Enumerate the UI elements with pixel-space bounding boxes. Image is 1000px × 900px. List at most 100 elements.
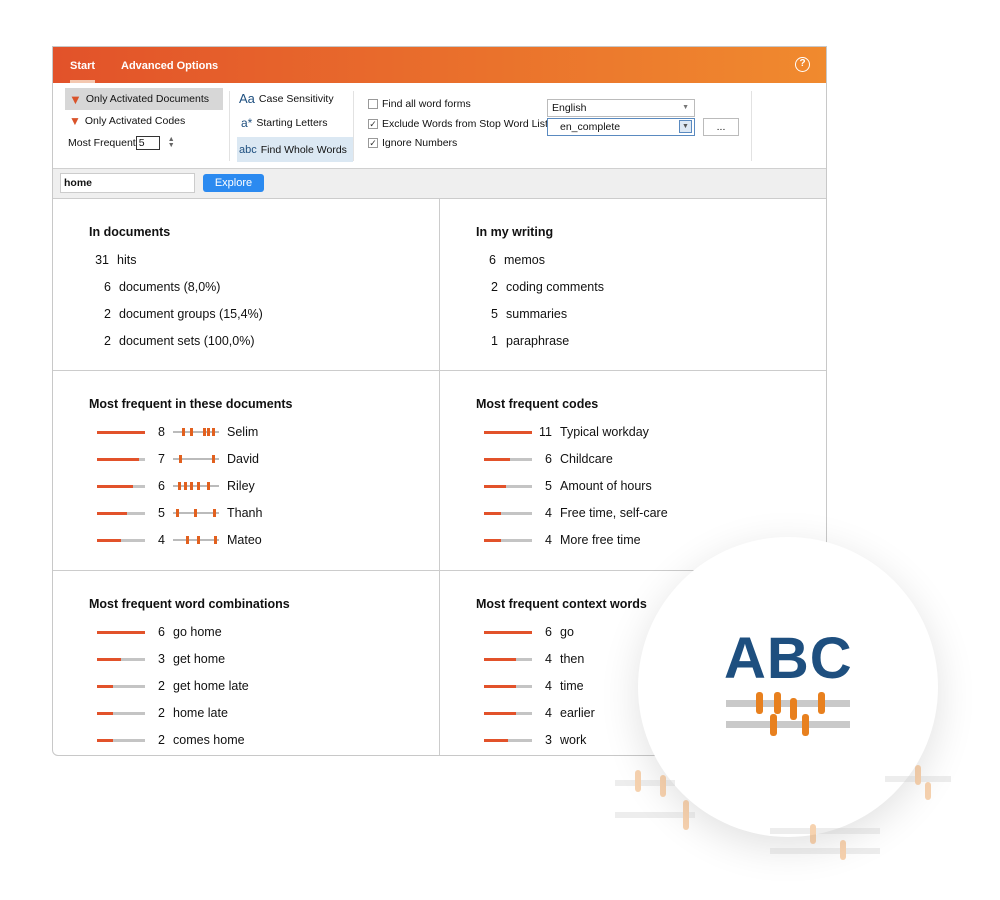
hit-marker [176, 509, 179, 517]
list-item[interactable]: 7 David [89, 451, 259, 467]
explore-button[interactable]: Explore [203, 174, 264, 192]
item-label: documents (8,0%) [119, 280, 221, 294]
list-item[interactable]: 5 summaries [476, 306, 567, 322]
list-item[interactable]: 8 Selim [89, 424, 258, 440]
count: 6 [104, 280, 111, 294]
decorative-distribution-icon [615, 765, 951, 860]
panel-title: Most frequent in these documents [89, 397, 293, 411]
most-frequent-control: Most Frequent 5 ▲ ▼ [68, 136, 175, 150]
list-item[interactable]: 3 get home [89, 651, 225, 667]
list-item[interactable]: 6 documents (8,0%) [89, 279, 220, 295]
count: 6 [489, 253, 496, 267]
list-item[interactable]: 6 Childcare [476, 451, 613, 467]
case-sensitivity-button[interactable]: Aa Case Sensitivity [239, 91, 334, 106]
list-item[interactable]: 4 Free time, self-care [476, 505, 668, 521]
list-item[interactable]: 6 go [476, 624, 574, 640]
list-item[interactable]: 2 comes home [89, 732, 245, 748]
count: 1 [491, 334, 498, 348]
list-item[interactable]: 4 then [476, 651, 584, 667]
frequency-bar [484, 430, 532, 434]
count: 6 [545, 452, 552, 466]
hit-marker [182, 428, 185, 436]
language-select[interactable]: English ▼ [547, 99, 695, 117]
item-label: Amount of hours [560, 479, 652, 493]
frequency-bar [97, 738, 145, 742]
list-item[interactable]: 4 earlier [476, 705, 595, 721]
frequency-bar [97, 457, 145, 461]
list-item[interactable]: 6 memos [476, 252, 545, 268]
count: 6 [545, 625, 552, 639]
item-label: David [227, 452, 259, 466]
hit-marker [203, 428, 206, 436]
item-label: go [560, 625, 574, 639]
count: 11 [539, 425, 552, 439]
hit-marker [197, 482, 200, 490]
hit-marker [207, 428, 210, 436]
search-input[interactable]: home [60, 173, 195, 193]
list-item[interactable]: 2 coding comments [476, 279, 604, 295]
panel-in-writing: In my writing 6 memos 2 coding comments 5 summ… [440, 199, 826, 371]
hit-marker [190, 482, 193, 490]
hit-marker [213, 509, 216, 517]
list-item[interactable]: 6 Riley [89, 478, 255, 494]
frequency-bar [97, 484, 145, 488]
list-item[interactable]: 1 paraphrase [476, 333, 569, 349]
panel-freq-docs: Most frequent in these documents 8 Selim 7 D… [53, 371, 440, 571]
item-label: get home late [173, 679, 249, 693]
ignore-numbers-checkbox[interactable]: ✓ Ignore Numbers [368, 137, 457, 149]
list-item[interactable]: 4 More free time [476, 532, 641, 548]
list-item[interactable]: 31 hits [89, 252, 136, 268]
hit-marker [179, 455, 182, 463]
item-label: memos [504, 253, 545, 267]
item-label: hits [117, 253, 137, 267]
find-all-word-forms-checkbox[interactable]: Find all word forms [368, 98, 471, 110]
list-item[interactable]: 3 work [476, 732, 586, 748]
list-item[interactable]: 6 go home [89, 624, 222, 640]
question-circle-icon[interactable]: ? [795, 57, 810, 72]
count: 2 [158, 733, 165, 747]
most-frequent-input[interactable]: 5 [135, 136, 160, 150]
stop-word-list-select[interactable]: en_complete ▼ [547, 118, 695, 136]
panel-freq-combos: Most frequent word combinations 6 go home 3… [53, 571, 440, 755]
list-item[interactable]: 2 get home late [89, 678, 249, 694]
list-item[interactable]: 2 home late [89, 705, 228, 721]
item-label: get home [173, 652, 226, 666]
frequency-bar [97, 657, 145, 661]
item-label: document sets (100,0%) [119, 334, 255, 348]
count: 4 [545, 706, 552, 720]
frequency-bar [97, 538, 145, 542]
only-activated-codes-button[interactable]: ▼ Only Activated Codes [69, 114, 185, 128]
whole-word-icon: abc [239, 143, 257, 156]
frequency-bar [97, 430, 145, 434]
code-filter-icon: ▼ [69, 114, 81, 128]
list-item[interactable]: 11 Typical workday [476, 424, 649, 440]
list-item[interactable]: 5 Thanh [89, 505, 262, 521]
panel-title: In documents [89, 225, 171, 239]
abc-logo-text: ABC [724, 626, 853, 691]
frequency-bar [97, 684, 145, 688]
hit-marker [197, 536, 200, 544]
exclude-stop-words-checkbox[interactable]: ✓ Exclude Words from Stop Word List [368, 118, 548, 130]
count: 4 [545, 506, 552, 520]
list-item[interactable]: 2 document sets (100,0%) [89, 333, 255, 349]
only-activated-documents-button[interactable]: ▼ Only Activated Documents [65, 88, 224, 110]
stop-word-list-more-button[interactable]: ... [703, 118, 739, 136]
frequency-bar [97, 711, 145, 715]
find-whole-words-button[interactable]: abc Find Whole Words [237, 137, 353, 162]
item-label: Typical workday [560, 425, 649, 439]
list-item[interactable]: 4 time [476, 678, 584, 694]
item-label: Free time, self-care [560, 506, 668, 520]
list-item[interactable]: 4 Mateo [89, 532, 262, 548]
case-icon: Aa [239, 91, 255, 106]
count: 5 [158, 506, 165, 520]
item-label: home late [173, 706, 228, 720]
list-item[interactable]: 2 document groups (15,4%) [89, 306, 263, 322]
item-label: then [560, 652, 585, 666]
list-item[interactable]: 5 Amount of hours [476, 478, 652, 494]
ribbon-header: Start Advanced Options ? [53, 47, 826, 83]
tab-advanced-options[interactable]: Advanced Options [121, 47, 218, 83]
count: 3 [158, 652, 165, 666]
starting-letters-button[interactable]: a* Starting Letters [241, 116, 328, 130]
tab-start[interactable]: Start [70, 47, 96, 83]
stepper-icon[interactable]: ▲ ▼ [168, 136, 175, 149]
